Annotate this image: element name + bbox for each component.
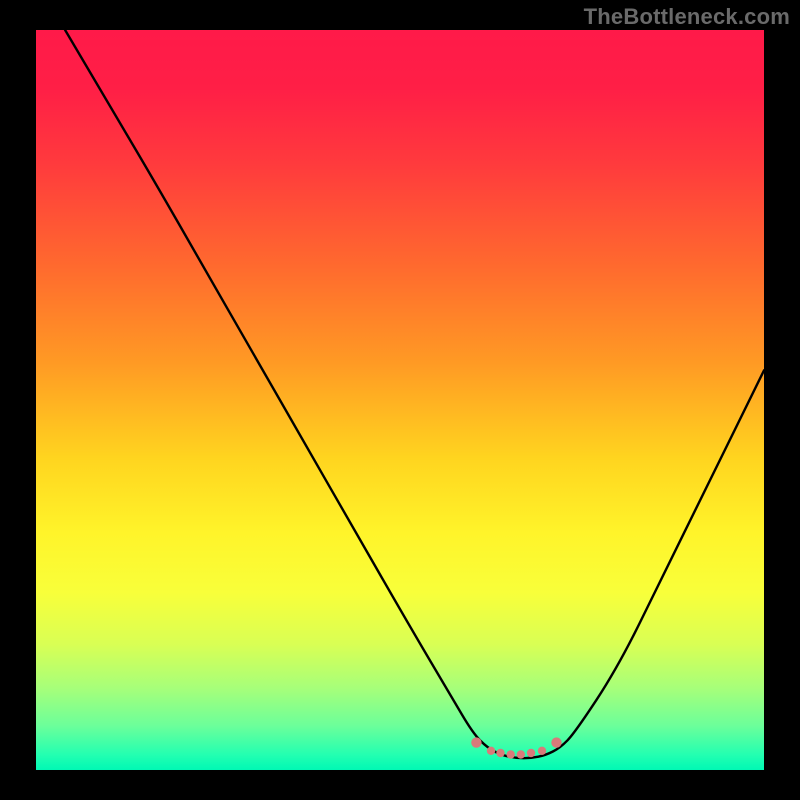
chart-frame: TheBottleneck.com	[0, 0, 800, 800]
watermark-label: TheBottleneck.com	[584, 4, 790, 30]
heatmap-gradient-background	[36, 30, 764, 770]
